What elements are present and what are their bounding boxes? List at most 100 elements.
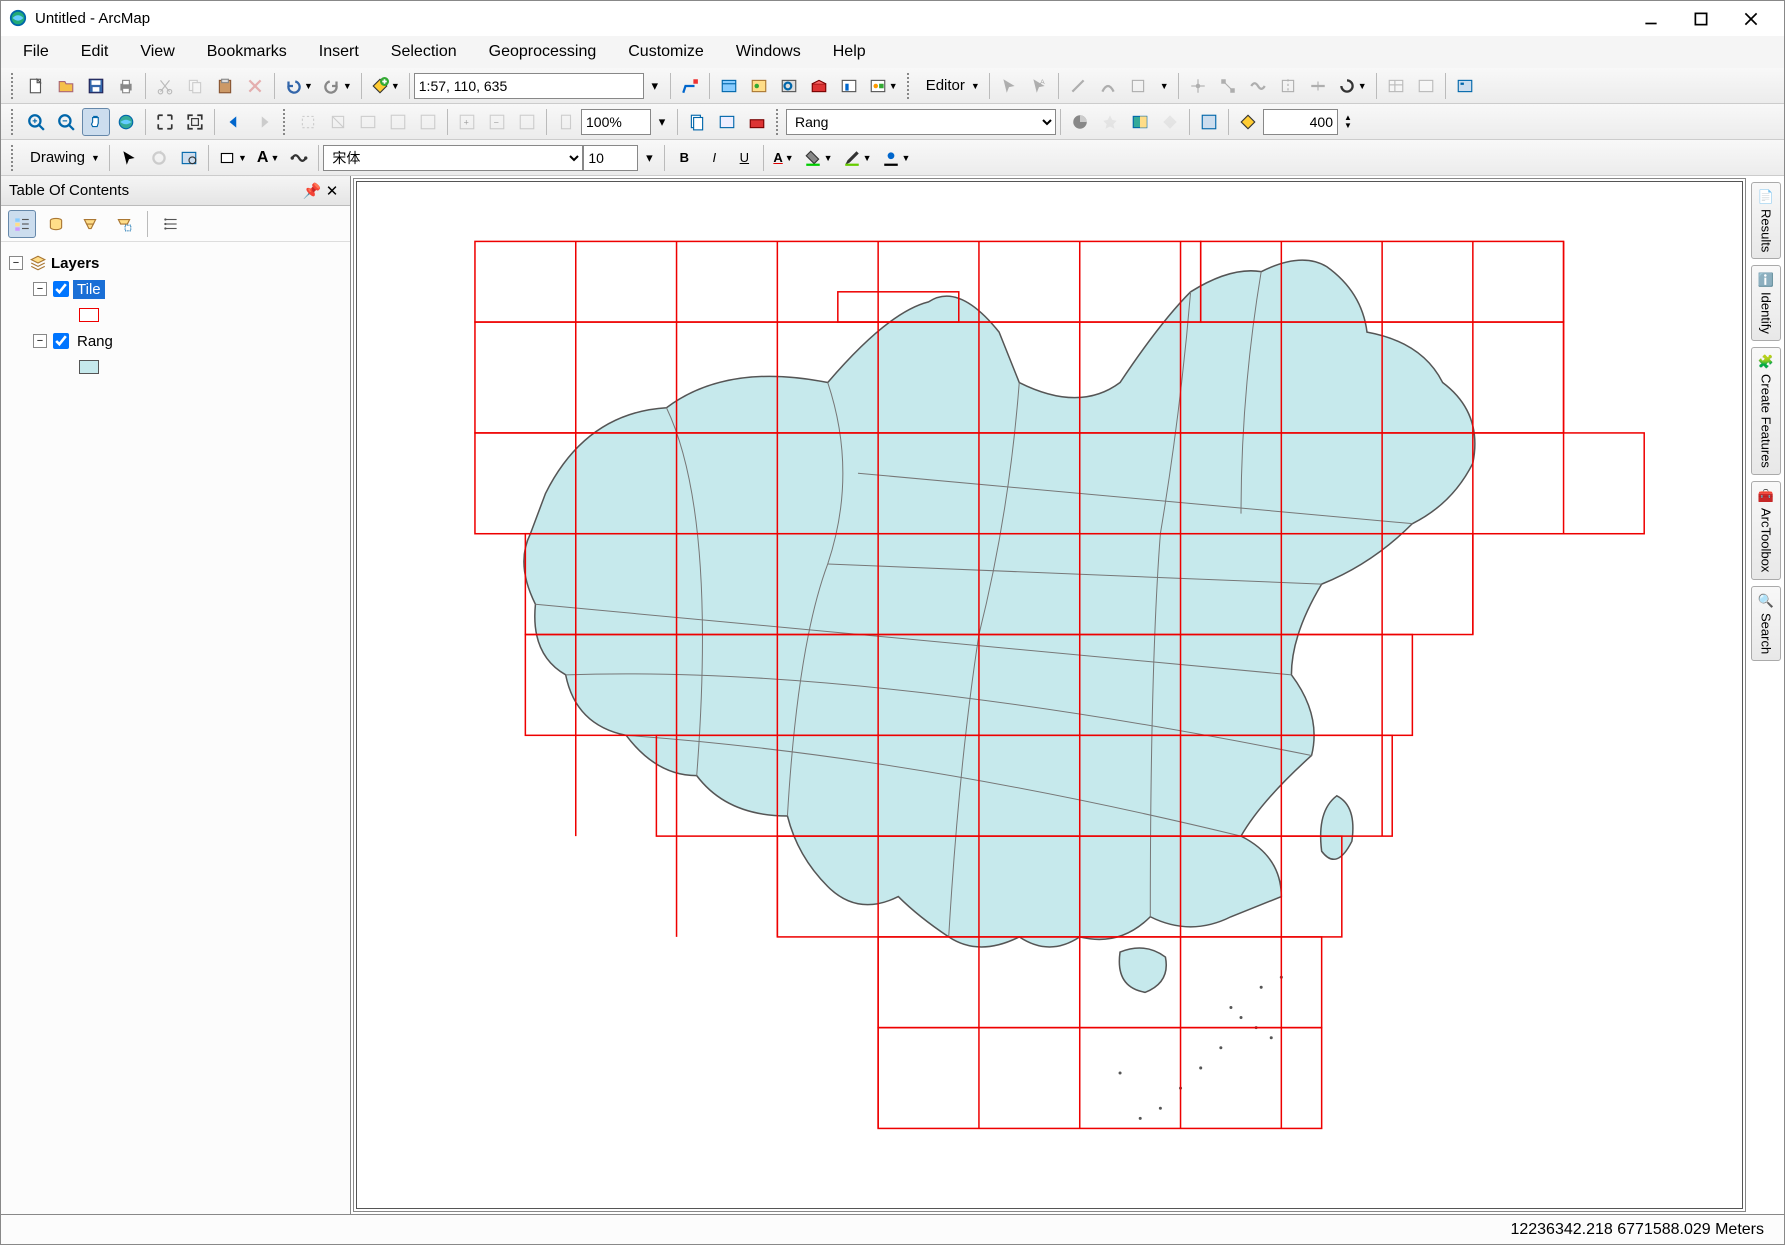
- layer-rang-swatch[interactable]: [79, 360, 99, 374]
- search-tab[interactable]: 🔍Search: [1751, 586, 1781, 661]
- zoom-to-selected-elements[interactable]: [175, 144, 203, 172]
- buffer-wizard-button[interactable]: [1234, 108, 1262, 136]
- zoom-in-tool[interactable]: [22, 108, 50, 136]
- split-tool[interactable]: [1304, 72, 1332, 100]
- attributes-button[interactable]: [1382, 72, 1410, 100]
- undo-button[interactable]: ▼: [279, 72, 318, 100]
- select-features-tool[interactable]: [294, 108, 322, 136]
- underline-button[interactable]: U: [730, 144, 758, 172]
- drawing-menu[interactable]: Drawing▼: [21, 144, 105, 172]
- paste-button[interactable]: [211, 72, 239, 100]
- layout-pan[interactable]: [513, 108, 541, 136]
- source-color-button[interactable]: [1066, 108, 1094, 136]
- fill-color-button[interactable]: ▼: [799, 144, 838, 172]
- italic-button[interactable]: I: [700, 144, 728, 172]
- font-size-input[interactable]: [583, 145, 638, 171]
- minimize-button[interactable]: [1626, 4, 1676, 34]
- catalog-button[interactable]: [745, 72, 773, 100]
- create-features-tab[interactable]: 🧩Create Features: [1751, 347, 1781, 475]
- zoom-pct-dropdown[interactable]: ▾: [652, 108, 672, 136]
- line-color-button[interactable]: ▼: [838, 144, 877, 172]
- toc-close-icon[interactable]: ✕: [322, 182, 342, 200]
- add-data-button[interactable]: ▼: [366, 72, 405, 100]
- layout-zoom-in[interactable]: +: [453, 108, 481, 136]
- fixed-zoom-out-button[interactable]: [181, 108, 209, 136]
- buffer-stepper[interactable]: ▲▼: [1339, 108, 1357, 136]
- sketch-properties-button[interactable]: [1412, 72, 1440, 100]
- list-by-drawing-order-button[interactable]: [8, 210, 36, 238]
- menu-insert[interactable]: Insert: [307, 39, 371, 65]
- menu-bookmarks[interactable]: Bookmarks: [195, 39, 299, 65]
- menu-help[interactable]: Help: [821, 39, 878, 65]
- delete-button[interactable]: [241, 72, 269, 100]
- toolbar-grip[interactable]: [11, 109, 17, 135]
- layers-root-label[interactable]: Layers: [47, 254, 103, 273]
- edit-tool[interactable]: [995, 72, 1023, 100]
- effects-button-1[interactable]: [1096, 108, 1124, 136]
- map-canvas[interactable]: [354, 179, 1745, 1211]
- menu-customize[interactable]: Customize: [616, 39, 716, 65]
- back-extent-button[interactable]: [220, 108, 248, 136]
- map-scale-input[interactable]: [414, 73, 644, 99]
- layer-rang-label[interactable]: Rang: [73, 332, 117, 351]
- close-button[interactable]: [1726, 4, 1776, 34]
- trace-tool[interactable]: [1124, 72, 1152, 100]
- rotate-tool[interactable]: ▼: [1333, 72, 1372, 100]
- reshape-tool[interactable]: [1244, 72, 1272, 100]
- scale-dropdown[interactable]: ▾: [645, 72, 665, 100]
- layer-rang-checkbox[interactable]: [53, 333, 69, 349]
- point-tool[interactable]: [1184, 72, 1212, 100]
- map-view[interactable]: [353, 178, 1746, 1212]
- layer-tile-label[interactable]: Tile: [73, 280, 105, 299]
- toolbar-grip[interactable]: [283, 109, 289, 135]
- new-button[interactable]: [22, 72, 50, 100]
- python-window-button[interactable]: ▮: [835, 72, 863, 100]
- menu-view[interactable]: View: [128, 39, 186, 65]
- focus-data-frame-button[interactable]: [743, 108, 771, 136]
- table-of-contents-button[interactable]: [715, 72, 743, 100]
- identify-tab[interactable]: ℹ️Identify: [1751, 265, 1781, 341]
- cut-button[interactable]: [151, 72, 179, 100]
- arctoolbox-tab[interactable]: 🧰ArcToolbox: [1751, 481, 1781, 579]
- marker-color-button[interactable]: ▼: [877, 144, 916, 172]
- tree-collapse-icon[interactable]: −: [33, 334, 47, 348]
- layout-button-1[interactable]: [384, 108, 412, 136]
- menu-edit[interactable]: Edit: [69, 39, 121, 65]
- tree-collapse-icon[interactable]: −: [33, 282, 47, 296]
- list-by-selection-button[interactable]: [110, 210, 138, 238]
- new-text-tool[interactable]: A▼: [252, 144, 284, 172]
- target-layer-select[interactable]: Rang: [786, 109, 1056, 135]
- full-extent-button[interactable]: [112, 108, 140, 136]
- print-button[interactable]: [112, 72, 140, 100]
- layout-whole-page[interactable]: [552, 108, 580, 136]
- list-by-visibility-button[interactable]: [76, 210, 104, 238]
- bold-button[interactable]: B: [670, 144, 698, 172]
- menu-geoprocessing[interactable]: Geoprocessing: [477, 39, 609, 65]
- layout-zoom-pct[interactable]: [581, 109, 651, 135]
- edit-vertices-drawing[interactable]: [285, 144, 313, 172]
- search-window-button[interactable]: [775, 72, 803, 100]
- toc-options-button[interactable]: [157, 210, 185, 238]
- new-rectangle-tool[interactable]: ▼: [213, 144, 252, 172]
- menu-windows[interactable]: Windows: [724, 39, 813, 65]
- arc-segment-tool[interactable]: [1094, 72, 1122, 100]
- editor-menu[interactable]: Editor▼: [917, 72, 985, 100]
- toolbar-grip[interactable]: [11, 73, 17, 99]
- font-select[interactable]: 宋体: [323, 145, 583, 171]
- toolbar-grip[interactable]: [11, 145, 17, 171]
- toggle-draft-mode-button[interactable]: [713, 108, 741, 136]
- save-button[interactable]: [82, 72, 110, 100]
- menu-file[interactable]: File: [11, 39, 61, 65]
- clear-selection-button[interactable]: [324, 108, 352, 136]
- menu-selection[interactable]: Selection: [379, 39, 469, 65]
- layer-tile-swatch[interactable]: [79, 308, 99, 322]
- redo-button[interactable]: ▼: [318, 72, 357, 100]
- flicker-button[interactable]: [1156, 108, 1184, 136]
- adjust-transparency-button[interactable]: [1195, 108, 1223, 136]
- select-by-attr-button[interactable]: [354, 108, 382, 136]
- copy-button[interactable]: [181, 72, 209, 100]
- arctoolbox-button[interactable]: [805, 72, 833, 100]
- straight-segment-tool[interactable]: [1064, 72, 1092, 100]
- fixed-zoom-in-button[interactable]: [151, 108, 179, 136]
- buffer-distance-input[interactable]: [1263, 109, 1338, 135]
